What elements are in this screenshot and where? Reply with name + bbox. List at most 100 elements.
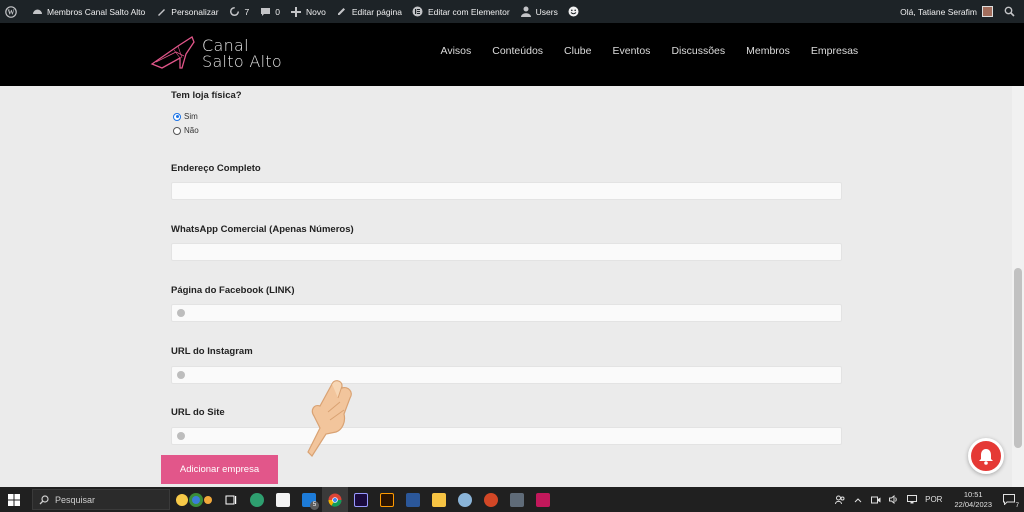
after-effects-icon[interactable] — [348, 487, 374, 512]
network-app-icon[interactable] — [452, 487, 478, 512]
svg-text:W: W — [8, 8, 15, 16]
mail-icon[interactable]: 5 — [296, 487, 322, 512]
edit-elementor-link[interactable]: Editar com Elementor — [407, 0, 515, 23]
new-label: Novo — [306, 6, 326, 17]
site-logo[interactable]: Canal Salto Alto — [148, 29, 288, 79]
edit-page-link[interactable]: Editar página — [331, 0, 407, 23]
store-question-label: Tem loja física? — [171, 90, 242, 101]
customize-label: Personalizar — [171, 6, 219, 17]
address-field[interactable] — [171, 182, 842, 200]
task-view-icon[interactable] — [218, 487, 244, 512]
smiley-icon — [568, 6, 580, 18]
search-highlight-icon[interactable] — [170, 487, 218, 512]
radio-option-no[interactable]: Não — [173, 126, 199, 135]
comments-count: 0 — [275, 6, 280, 17]
updates-link[interactable]: 7 — [224, 0, 255, 23]
logo-text: Canal Salto Alto — [202, 38, 282, 70]
comment-icon — [259, 6, 271, 18]
whatsapp-field[interactable] — [171, 243, 842, 261]
instagram-field[interactable] — [171, 366, 842, 384]
whatsapp-label: WhatsApp Comercial (Apenas Números) — [171, 224, 354, 235]
address-label: Endereço Completo — [171, 163, 261, 174]
high-heel-logo-icon — [150, 36, 195, 69]
dashboard-icon — [31, 6, 43, 18]
facebook-label: Página do Facebook (LINK) — [171, 285, 295, 296]
calculator-icon[interactable] — [504, 487, 530, 512]
instagram-label: URL do Instagram — [171, 346, 253, 357]
nav-membros[interactable]: Membros — [746, 45, 790, 57]
add-company-button[interactable]: Adicionar empresa — [161, 455, 278, 484]
mail-badge: 5 — [310, 501, 319, 510]
wordpress-menu[interactable]: W — [0, 0, 26, 23]
site-name-menu[interactable]: Membros Canal Salto Alto — [26, 0, 150, 23]
language-indicator[interactable]: POR — [925, 495, 942, 504]
clock-time: 10:51 — [963, 489, 983, 499]
system-tray: POR 10:51 22/04/2023 7 — [831, 487, 1024, 512]
people-icon[interactable] — [833, 493, 847, 507]
nav-empresas[interactable]: Empresas — [811, 45, 858, 57]
taskbar-search[interactable]: Pesquisar — [32, 489, 170, 510]
company-form: Tem loja física? Sim Não Endereço Comple… — [0, 86, 1012, 487]
smiley-menu[interactable] — [563, 0, 589, 23]
notifications-badge: 7 — [1015, 502, 1019, 509]
account-menu[interactable]: Olá, Tatiane Serafim — [895, 0, 998, 23]
powerpoint-icon[interactable] — [478, 487, 504, 512]
pencil-icon — [336, 6, 348, 18]
brush-icon — [155, 6, 167, 18]
clock[interactable]: 10:51 22/04/2023 — [954, 490, 992, 510]
site-header: Canal Salto Alto Avisos Conteúdos Clube … — [0, 23, 1024, 86]
windows-logo-icon — [8, 493, 20, 506]
nav-discussoes[interactable]: Discussões — [671, 45, 725, 57]
action-center-icon[interactable]: 7 — [1002, 493, 1019, 509]
avatar — [982, 6, 993, 17]
customize-link[interactable]: Personalizar — [150, 0, 223, 23]
scanner-icon[interactable] — [530, 487, 556, 512]
search-placeholder: Pesquisar — [55, 494, 96, 505]
bell-icon — [979, 448, 993, 465]
file-explorer-icon[interactable] — [426, 487, 452, 512]
radio-no[interactable] — [173, 126, 181, 135]
network-icon[interactable] — [905, 493, 919, 507]
nav-conteudos[interactable]: Conteúdos — [492, 45, 543, 57]
volume-icon[interactable] — [887, 493, 901, 507]
page-scrollbar[interactable] — [1012, 86, 1024, 487]
store-icon[interactable] — [270, 487, 296, 512]
site-label: URL do Site — [171, 407, 225, 418]
pointing-hand-icon — [292, 376, 360, 463]
site-field[interactable] — [171, 427, 842, 445]
search-icon — [39, 494, 49, 504]
clock-date: 22/04/2023 — [954, 499, 992, 509]
scrollbar-thumb[interactable] — [1014, 268, 1022, 448]
nav-clube[interactable]: Clube — [564, 45, 591, 57]
updates-count: 7 — [244, 6, 250, 17]
radio-option-yes[interactable]: Sim — [173, 112, 198, 121]
site-name: Membros Canal Salto Alto — [47, 6, 146, 17]
radio-yes[interactable] — [173, 112, 181, 121]
illustrator-icon[interactable] — [374, 487, 400, 512]
word-icon[interactable] — [400, 487, 426, 512]
edit-elementor-label: Editar com Elementor — [427, 6, 510, 17]
plus-icon — [290, 6, 302, 18]
facebook-field[interactable] — [171, 304, 842, 322]
users-link[interactable]: Users — [515, 0, 563, 23]
refresh-icon — [229, 6, 241, 18]
globe-icon — [177, 309, 185, 317]
chrome-icon[interactable] — [322, 487, 348, 512]
camera-icon[interactable] — [869, 493, 883, 507]
globe-icon — [177, 371, 185, 379]
comments-link[interactable]: 0 — [254, 0, 285, 23]
nav-avisos[interactable]: Avisos — [441, 45, 472, 57]
admin-bar: W Membros Canal Salto Alto Personalizar … — [0, 0, 1024, 23]
edit-page-label: Editar página — [351, 6, 402, 17]
user-icon — [520, 6, 532, 18]
nav-eventos[interactable]: Eventos — [612, 45, 650, 57]
edge-icon[interactable] — [244, 487, 270, 512]
new-content-menu[interactable]: Novo — [285, 0, 331, 23]
elementor-icon — [412, 6, 424, 18]
notification-bell-button[interactable] — [968, 438, 1004, 474]
start-button[interactable] — [0, 487, 28, 512]
chevron-up-icon[interactable] — [851, 493, 865, 507]
windows-taskbar: Pesquisar 5 POR 10:51 22/04/2023 7 — [0, 487, 1024, 512]
admin-search[interactable] — [998, 0, 1024, 23]
wordpress-icon: W — [5, 5, 17, 18]
